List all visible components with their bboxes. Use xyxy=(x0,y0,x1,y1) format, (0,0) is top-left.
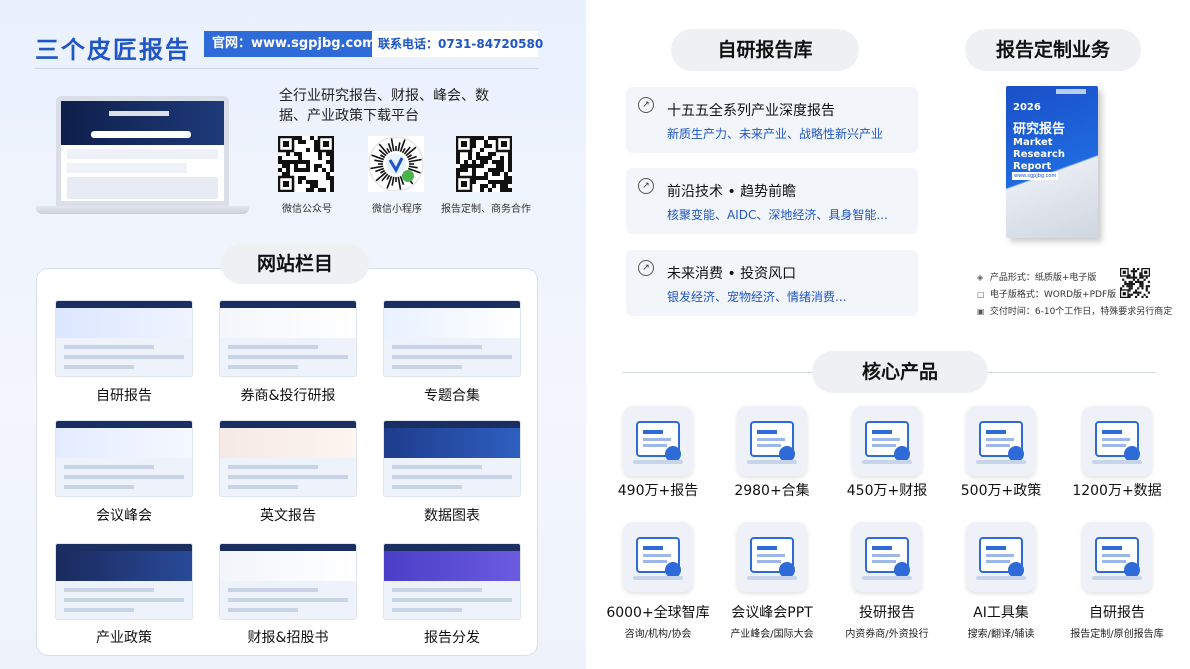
section-label[interactable]: 产业政策 xyxy=(44,627,204,647)
book-title-en: Market Research Report xyxy=(1013,137,1065,172)
section-thumbnail[interactable] xyxy=(55,543,193,620)
research-card-heading: 未来消费 • 投资风口 xyxy=(667,266,797,282)
section-label[interactable]: 会议峰会 xyxy=(44,505,204,525)
research-card-1[interactable]: ↗ 十五五全系列产业深度报告 新质生产力、未来产业、战略性新兴产业 xyxy=(626,87,918,153)
section-label[interactable]: 券商&投行研报 xyxy=(208,385,368,405)
spec-delivery: ▣ 交付时间：6-10个工作日，特殊要求另行商定 xyxy=(977,307,1173,317)
phone-number: 联系电话：0731-84720580 xyxy=(372,31,543,57)
arrow-up-right-icon: ↗ xyxy=(638,178,654,194)
research-card-sub: 银发经济、宠物经济、情绪消费... xyxy=(667,290,847,304)
section-label[interactable]: 报告分发 xyxy=(372,627,532,647)
product-sublabel: 内资券商/外资投行 xyxy=(845,629,929,640)
section-label[interactable]: 英文报告 xyxy=(208,505,368,525)
custom-service-title: 报告定制业务 xyxy=(965,29,1141,71)
product-sublabel: 报告定制/原创报告库 xyxy=(1070,629,1164,640)
document-icon: ▢ xyxy=(977,290,985,299)
product-label: 500万+政策 xyxy=(960,483,1042,499)
data-chart-icon[interactable] xyxy=(1082,406,1152,476)
site-sections-title: 网站栏目 xyxy=(221,244,369,284)
section-label[interactable]: 财报&招股书 xyxy=(208,627,368,647)
website-link[interactable]: 官网：www.sgpjbg.com xyxy=(204,31,376,57)
section-thumbnail[interactable] xyxy=(219,300,357,377)
platform-description: 全行业研究报告、财报、峰会、数据、产业政策下载平台 xyxy=(279,88,489,124)
laptop-screen xyxy=(56,96,229,206)
section-label[interactable]: 数据图表 xyxy=(372,505,532,525)
research-library-title: 自研报告库 xyxy=(671,29,859,71)
research-report-icon[interactable] xyxy=(852,522,922,592)
research-card-sub: 核聚变能、AIDC、深地经济、具身智能... xyxy=(667,208,888,222)
laptop-illustration xyxy=(36,96,249,221)
qr-wechat-official-icon xyxy=(277,135,335,193)
policy-check-icon[interactable] xyxy=(966,406,1036,476)
ai-robot-icon[interactable] xyxy=(966,522,1036,592)
product-label: 投研报告 xyxy=(859,605,915,621)
product-label: 会议峰会PPT xyxy=(731,605,813,621)
section-thumbnail[interactable] xyxy=(55,420,193,497)
section-thumbnail[interactable] xyxy=(55,300,193,377)
product-label: 2980+合集 xyxy=(734,483,810,499)
product-label: 自研报告 xyxy=(1089,605,1145,621)
world-map-icon[interactable] xyxy=(623,522,693,592)
research-card-sub: 新质生产力、未来产业、战略性新兴产业 xyxy=(667,127,884,141)
code-doc-icon[interactable] xyxy=(1082,522,1152,592)
report-book-cover: 2026 研究报告 Market Research Report www.sgp… xyxy=(1006,86,1098,238)
rocket-laptop-icon[interactable] xyxy=(852,406,922,476)
research-card-2[interactable]: ↗ 前沿技术 • 趋势前瞻 核聚变能、AIDC、深地经济、具身智能... xyxy=(626,168,918,234)
product-label: 450万+财报 xyxy=(846,483,928,499)
right-panel: 自研报告库 报告定制业务 ↗ 十五五全系列产业深度报告 新质生产力、未来产业、战… xyxy=(586,0,1190,669)
arrow-up-right-icon: ↗ xyxy=(638,260,654,276)
header-divider xyxy=(35,68,538,69)
calendar-icon: ▣ xyxy=(977,307,985,316)
research-card-heading: 十五五全系列产业深度报告 xyxy=(667,103,835,119)
research-card-3[interactable]: ↗ 未来消费 • 投资风口 银发经济、宠物经济、情绪消费... xyxy=(626,250,918,316)
section-label[interactable]: 专题合集 xyxy=(372,385,532,405)
product-label: 6000+全球智库 xyxy=(606,605,710,621)
folder-search-icon[interactable] xyxy=(737,406,807,476)
product-label: 1200万+数据 xyxy=(1072,483,1162,499)
section-thumbnail[interactable] xyxy=(383,300,521,377)
layers-icon: ◈ xyxy=(977,273,984,282)
spec-format: ▢ 电子版格式：WORD版+PDF版 xyxy=(977,290,1117,300)
product-label: AI工具集 xyxy=(973,605,1029,621)
product-label: 490万+报告 xyxy=(617,483,699,499)
product-sublabel: 产业峰会/国际大会 xyxy=(730,629,814,640)
section-thumbnail[interactable] xyxy=(219,543,357,620)
qr-business-icon xyxy=(455,135,513,193)
left-panel: 三个皮匠报告 官网：www.sgpjbg.com 联系电话：0731-84720… xyxy=(0,0,586,669)
qr-caption-wechat: 微信公众号 xyxy=(282,204,332,215)
book-url: www.sgpjbg.com xyxy=(1012,172,1058,180)
section-thumbnail[interactable] xyxy=(383,420,521,497)
core-products-title: 核心产品 xyxy=(812,351,988,393)
section-thumbnail[interactable] xyxy=(219,420,357,497)
qr-custom-service-icon xyxy=(1119,267,1151,299)
research-card-heading: 前沿技术 • 趋势前瞻 xyxy=(667,184,797,200)
spec-product-form: ◈ 产品形式：纸质版+电子版 xyxy=(977,273,1097,283)
book-title-cn: 研究报告 xyxy=(1013,122,1066,137)
laptop-base xyxy=(36,206,249,214)
brand-name: 三个皮匠报告 xyxy=(35,36,191,64)
qr-caption-miniprogram: 微信小程序 xyxy=(372,204,422,215)
product-sublabel: 咨询/机构/协会 xyxy=(624,629,692,640)
book-year: 2026 xyxy=(1013,102,1041,113)
book-logo xyxy=(1056,89,1086,94)
qr-caption-business: 报告定制、商务合作 xyxy=(441,204,531,215)
laptop-hero xyxy=(61,101,224,145)
arrow-up-right-icon: ↗ xyxy=(638,97,654,113)
qr-mini-program-icon xyxy=(368,136,424,192)
product-sublabel: 搜索/翻译/辅读 xyxy=(967,629,1035,640)
meeting-icon[interactable] xyxy=(737,522,807,592)
section-label[interactable]: 自研报告 xyxy=(44,385,204,405)
section-thumbnail[interactable] xyxy=(383,543,521,620)
book-download-icon[interactable] xyxy=(623,406,693,476)
